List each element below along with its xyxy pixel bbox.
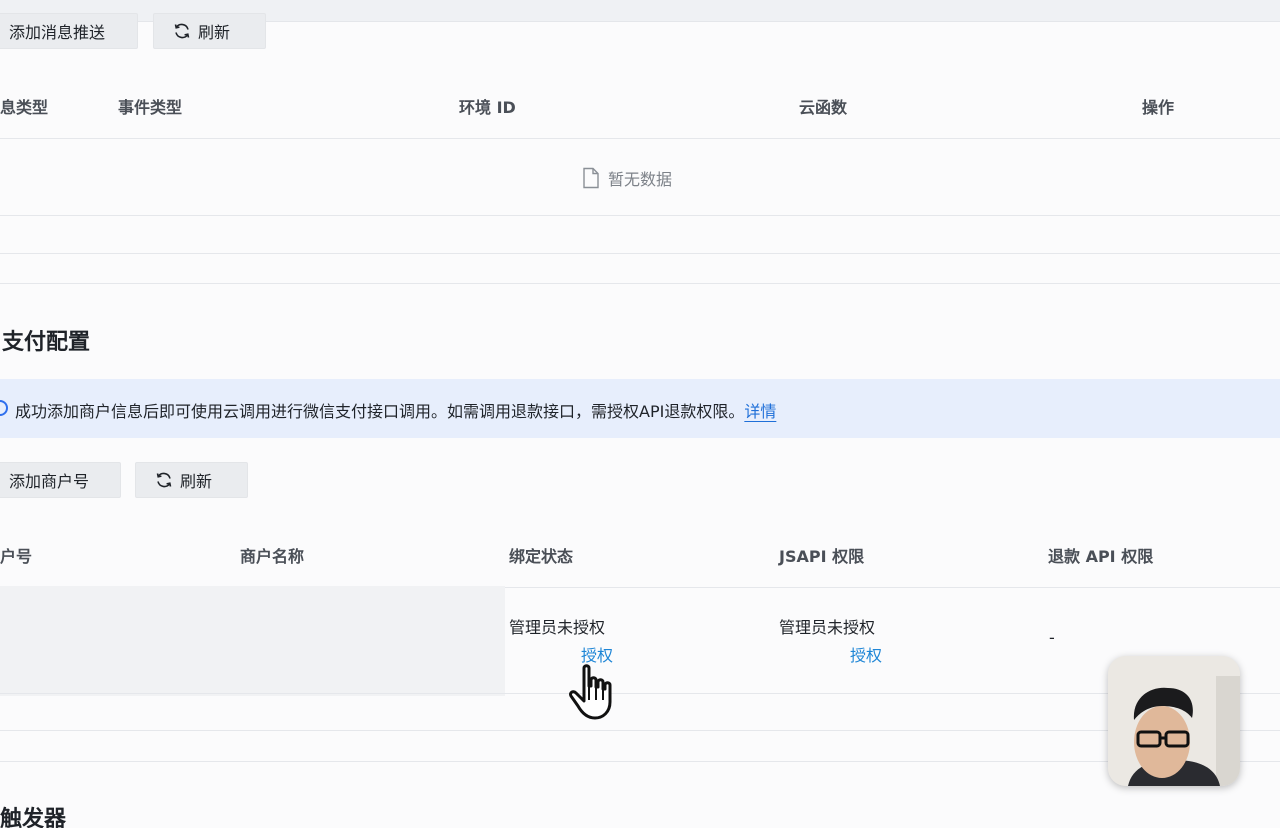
- file-icon: [583, 167, 599, 189]
- column-message-type: 息类型: [0, 98, 49, 117]
- column-env-id: 环境 ID: [459, 98, 516, 117]
- section-divider: [0, 761, 1280, 762]
- refresh-label: 刷新: [180, 472, 213, 491]
- jsapi-status-value: 管理员未授权: [779, 618, 876, 637]
- column-jsapi-permission: JSAPI 权限: [779, 547, 865, 566]
- payment-config-title: 支付配置: [2, 330, 91, 355]
- refund-permission-value: -: [1049, 628, 1055, 647]
- refresh-label: 刷新: [198, 23, 231, 42]
- table-header-divider: [0, 138, 1280, 139]
- refresh-merchant-button[interactable]: 刷新: [135, 462, 248, 498]
- bind-status-value: 管理员未授权: [509, 618, 606, 637]
- empty-state: 暂无数据: [582, 166, 672, 190]
- table-footer-divider: [0, 253, 1280, 254]
- column-merchant-name: 商户名称: [240, 547, 305, 566]
- merchant-footer-divider: [0, 730, 1280, 731]
- trigger-title: 触发器: [0, 807, 67, 828]
- hand-cursor-icon: [569, 664, 612, 720]
- jsapi-authorize-link[interactable]: 授权: [850, 642, 882, 666]
- add-merchant-label: 添加商户号: [9, 472, 90, 491]
- add-message-push-label: 添加消息推送: [9, 23, 106, 42]
- webcam-overlay: [1108, 656, 1240, 786]
- section-divider: [0, 283, 1280, 284]
- presenter-avatar: [1108, 656, 1240, 786]
- column-actions: 操作: [1142, 98, 1175, 117]
- refresh-icon: [174, 23, 190, 39]
- column-cloud-function: 云函数: [799, 98, 848, 117]
- column-refund-api-permission: 退款 API 权限: [1048, 547, 1154, 566]
- table-row-divider: [0, 215, 1280, 216]
- table-row[interactable]: [0, 586, 505, 696]
- merchant-row-divider: [0, 693, 1280, 694]
- refresh-icon: [156, 472, 172, 488]
- add-message-push-button[interactable]: 添加消息推送: [0, 13, 138, 49]
- refresh-message-push-button[interactable]: 刷新: [153, 13, 266, 49]
- column-bind-status: 绑定状态: [509, 547, 574, 566]
- details-link[interactable]: 详情: [744, 402, 776, 421]
- info-icon: [0, 400, 8, 416]
- payment-notice: 成功添加商户信息后即可使用云调用进行微信支付接口调用。如需调用退款接口，需授权A…: [0, 379, 1280, 438]
- column-event-type: 事件类型: [118, 98, 183, 117]
- empty-text: 暂无数据: [608, 170, 673, 189]
- notice-text: 成功添加商户信息后即可使用云调用进行微信支付接口调用。如需调用退款接口，需授权A…: [15, 402, 745, 421]
- add-merchant-button[interactable]: 添加商户号: [0, 462, 121, 498]
- column-merchant-id: 户号: [0, 547, 33, 566]
